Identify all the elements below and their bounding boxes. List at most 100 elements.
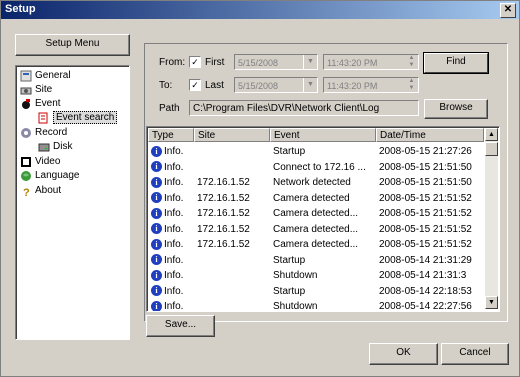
from-time-field[interactable]: 11:43:20 PM ▲ ▼ <box>323 54 419 70</box>
save-button[interactable]: Save... <box>146 315 215 337</box>
table-cell-site: 172.16.1.52 <box>197 177 250 188</box>
chevron-down-icon[interactable]: ▼ <box>303 55 317 69</box>
table-cell-site: 172.16.1.52 <box>197 208 250 219</box>
to-date-picker[interactable]: 5/15/2008 ▼ <box>234 77 318 93</box>
table-cell-datetime: 2008-05-15 21:51:52 <box>379 239 472 250</box>
info-icon: i <box>151 145 162 157</box>
info-icon: i <box>151 223 162 235</box>
table-cell-event: Shutdown <box>273 270 318 281</box>
scroll-up-icon[interactable]: ▲ <box>485 128 498 141</box>
table-cell-event: Shutdown <box>273 301 318 312</box>
language-icon <box>21 171 31 181</box>
table-cell-type: i Info. <box>151 222 183 237</box>
table-row[interactable]: i Info. Startup 2008-05-14 22:18:53 <box>148 284 484 299</box>
table-cell-datetime: 2008-05-15 21:51:52 <box>379 192 472 204</box>
table-cell-type: i Info. <box>151 160 183 175</box>
table-scrollbar[interactable]: ▲ ▼ <box>485 128 498 309</box>
scroll-down-icon[interactable]: ▼ <box>485 296 498 309</box>
event-icon <box>22 99 30 109</box>
table-cell-datetime: 2008-05-14 22:27:56 <box>379 301 472 312</box>
table-cell-site: 172.16.1.52 <box>197 223 250 235</box>
tree-item-record[interactable]: Record <box>20 126 67 140</box>
find-button[interactable]: Find <box>424 53 488 73</box>
tree-item-site[interactable]: Site <box>20 83 52 97</box>
table-cell-site: 172.16.1.52 <box>197 192 250 204</box>
table-cell-event: Camera detected... <box>273 239 359 250</box>
cancel-button[interactable]: Cancel <box>441 343 509 365</box>
scroll-thumb[interactable] <box>485 142 498 156</box>
info-icon: i <box>151 238 162 250</box>
info-icon: i <box>151 192 162 204</box>
table-cell-datetime: 2008-05-14 21:31:3 <box>379 270 467 281</box>
table-cell-event: Camera detected... <box>273 223 359 235</box>
general-icon <box>20 70 32 82</box>
browse-button[interactable]: Browse <box>424 99 488 119</box>
table-cell-type: i Info. <box>151 144 183 159</box>
info-icon: i <box>151 207 162 219</box>
info-icon: i <box>151 161 162 173</box>
table-cell-datetime: 2008-05-14 21:31:29 <box>379 254 472 266</box>
time-spinner[interactable]: ▲ ▼ <box>405 78 418 92</box>
info-icon: i <box>151 285 162 297</box>
from-label: From: <box>159 57 186 68</box>
table-row[interactable]: i Info. Connect to 172.16 ... 2008-05-15 21… <box>148 160 484 175</box>
site-icon <box>20 87 32 95</box>
info-icon: i <box>151 254 162 266</box>
info-icon: i <box>151 269 162 281</box>
table-cell-type: i Info. <box>151 191 183 206</box>
table-row[interactable]: i Info. 172.16.1.52 Camera detected... 2008-… <box>148 237 484 252</box>
setup-window: Setup ✕ Setup Menu General Site Event Ev… <box>0 0 520 377</box>
table-cell-type: i Info. <box>151 299 183 311</box>
table-cell-type: i Info. <box>151 206 183 221</box>
table-cell-type: i Info. <box>151 253 183 268</box>
column-header-type[interactable]: Type <box>148 128 194 142</box>
table-cell-datetime: 2008-05-15 21:27:26 <box>379 146 472 157</box>
table-cell-datetime: 2008-05-14 22:18:53 <box>379 285 472 297</box>
video-icon <box>21 157 31 167</box>
record-icon <box>21 128 31 138</box>
table-cell-event: Camera detected... <box>273 208 359 219</box>
ok-button[interactable]: OK <box>369 343 438 365</box>
tree-item-general[interactable]: General <box>20 69 71 83</box>
tree-item-video[interactable]: Video <box>20 155 60 169</box>
tree-item-language[interactable]: Language <box>20 169 80 183</box>
time-spinner[interactable]: ▲ ▼ <box>405 55 418 69</box>
path-field[interactable]: C:\Program Files\DVR\Network Client\Log <box>189 100 419 116</box>
setup-menu-button[interactable]: Setup Menu <box>15 34 130 56</box>
table-cell-type: i Info. <box>151 268 183 283</box>
info-icon: i <box>151 176 162 188</box>
to-last-checkbox[interactable]: ✓ <box>189 79 201 91</box>
table-row[interactable]: i Info. Startup 2008-05-14 21:31:29 <box>148 253 484 268</box>
from-first-checkbox[interactable]: ✓ <box>189 56 201 68</box>
table-cell-datetime: 2008-05-15 21:51:52 <box>379 208 472 219</box>
tree-item-event[interactable]: Event <box>20 97 61 111</box>
column-header-event[interactable]: Event <box>270 128 376 142</box>
table-cell-event: Network detected <box>273 177 351 188</box>
table-row[interactable]: i Info. 172.16.1.52 Network detected 2008-05… <box>148 175 484 190</box>
table-cell-datetime: 2008-05-15 21:51:52 <box>379 223 472 235</box>
table-cell-event: Camera detected <box>273 192 350 204</box>
to-label: To: <box>159 80 173 91</box>
table-row[interactable]: i Info. 172.16.1.52 Camera detected... 2008-… <box>148 206 484 221</box>
table-row[interactable]: i Info. 172.16.1.52 Camera detected... 2008-… <box>148 222 484 237</box>
from-date-picker[interactable]: 5/15/2008 ▼ <box>234 54 318 70</box>
close-button[interactable]: ✕ <box>500 3 516 18</box>
table-cell-type: i Info. <box>151 237 183 252</box>
table-row[interactable]: i Info. Shutdown 2008-05-14 22:27:56 <box>148 299 484 312</box>
chevron-down-icon[interactable]: ▼ <box>303 78 317 92</box>
column-header-site[interactable]: Site <box>194 128 270 142</box>
about-icon: ? <box>23 187 30 197</box>
table-row[interactable]: i Info. Startup 2008-05-15 21:27:26 <box>148 144 484 159</box>
table-cell-type: i Info. <box>151 175 183 190</box>
disk-icon <box>38 143 50 152</box>
table-cell-event: Startup <box>273 146 306 157</box>
tree-item-disk[interactable]: Disk <box>38 140 72 154</box>
column-header-datetime[interactable]: Date/Time <box>376 128 484 142</box>
tree-item-event-search[interactable]: Event search <box>38 111 118 125</box>
table-row[interactable]: i Info. Shutdown 2008-05-14 21:31:3 <box>148 268 484 283</box>
tree-item-about[interactable]: ? About <box>20 184 61 198</box>
to-time-field[interactable]: 11:43:20 PM ▲ ▼ <box>323 77 419 93</box>
table-row[interactable]: i Info. 172.16.1.52 Camera detected 2008-05-… <box>148 191 484 206</box>
table-cell-site: 172.16.1.52 <box>197 239 250 250</box>
table-cell-type: i Info. <box>151 284 183 299</box>
